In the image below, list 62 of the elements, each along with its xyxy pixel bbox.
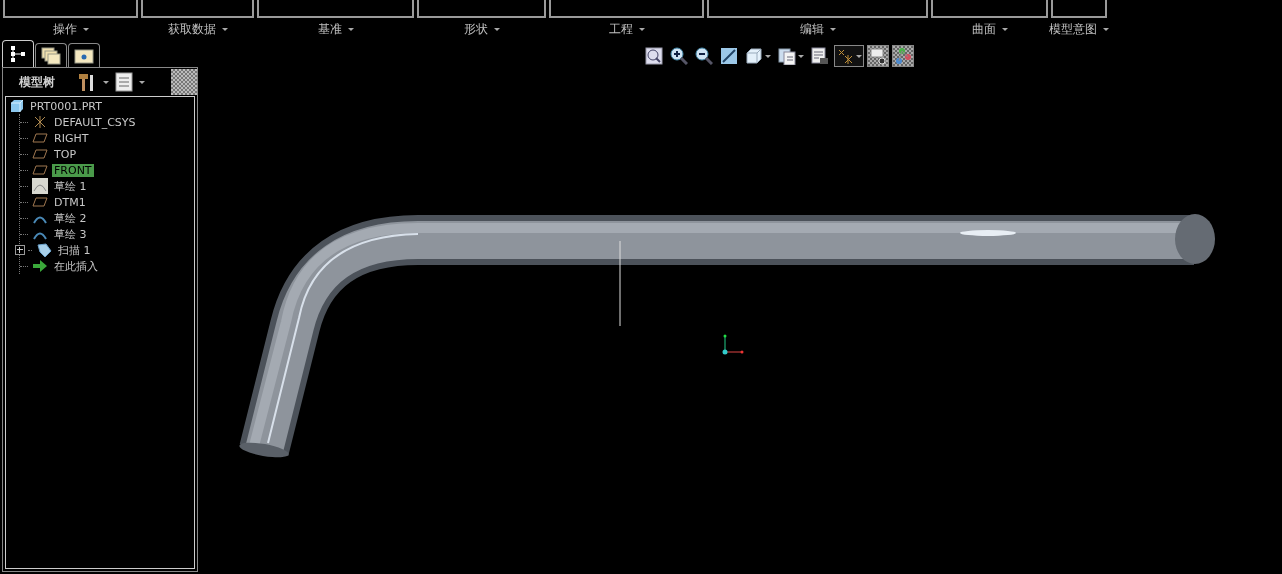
navigator-tab[interactable]	[35, 43, 67, 67]
view-tool-button[interactable]	[776, 45, 806, 67]
annotation-icon	[870, 48, 886, 65]
tree-item[interactable]: DTM1	[52, 195, 88, 209]
caret-icon[interactable]	[765, 54, 771, 58]
expand-icon[interactable]	[15, 245, 25, 255]
document-stack-icon	[778, 48, 796, 65]
tree-item[interactable]: TOP	[52, 147, 78, 161]
plane-icon	[32, 149, 48, 159]
ribbon-group-menu[interactable]: 编辑	[799, 21, 836, 38]
panel-title: 模型树	[19, 73, 55, 91]
plane-icon	[32, 197, 48, 207]
view-tool-button[interactable]	[809, 45, 831, 67]
zoom-out-icon	[695, 47, 713, 65]
sweep-icon	[36, 242, 52, 258]
tree-item[interactable]: RIGHT	[52, 131, 91, 145]
folder-icon	[74, 47, 94, 64]
view-tool-button[interactable]	[867, 45, 889, 67]
tree-structure-icon	[10, 45, 26, 63]
tree-item[interactable]: 草绘 3	[52, 226, 89, 242]
zoom-fit-icon	[645, 47, 663, 65]
view-tool-button[interactable]	[668, 45, 690, 67]
ribbon-group-menu[interactable]: 操作	[52, 21, 89, 38]
ribbon-group-menu[interactable]: 基准	[317, 21, 354, 38]
ribbon-group-menu[interactable]: 形状	[463, 21, 500, 38]
view-tool-button[interactable]	[643, 45, 665, 67]
tree-item[interactable]: 草绘 2	[52, 210, 89, 226]
tree-item[interactable]: FRONT	[52, 163, 94, 177]
tree-item[interactable]: PRT0001.PRT	[28, 99, 104, 113]
show-dropdown[interactable]	[115, 72, 145, 92]
view-tool-button[interactable]	[743, 45, 773, 67]
plane-icon	[32, 133, 48, 143]
ribbon-group-menu[interactable]: 工程	[608, 21, 645, 38]
ribbon-group-menu[interactable]: 获取数据	[167, 21, 228, 38]
tree-item[interactable]: 扫描 1	[56, 242, 93, 258]
folders-icon	[41, 46, 61, 65]
plane-icon	[32, 165, 48, 175]
zoom-in-icon	[670, 47, 688, 65]
navigator-tab[interactable]	[68, 43, 100, 67]
tree-item[interactable]: DEFAULT_CSYS	[52, 115, 138, 129]
part-cube-icon	[10, 99, 24, 113]
ribbon-group-frame	[1051, 0, 1107, 18]
sketch-icon	[32, 178, 48, 194]
spin-center-icon	[896, 48, 911, 64]
navigator-tab[interactable]	[2, 40, 34, 67]
repaint-icon	[721, 48, 737, 64]
datum-display-icon	[838, 49, 853, 65]
caret-icon[interactable]	[798, 54, 804, 58]
ribbon-group-menu[interactable]: 曲面	[971, 21, 1008, 38]
view-tool-button[interactable]	[718, 45, 740, 67]
view-tool-button[interactable]	[693, 45, 715, 67]
caret-icon[interactable]	[856, 54, 862, 58]
coordinate-triad-icon	[722, 334, 744, 355]
cube-icon	[746, 48, 762, 64]
tree-item[interactable]: 在此插入	[52, 258, 100, 274]
ribbon-group-menu[interactable]: 模型意图	[1049, 21, 1109, 38]
arrow-icon	[32, 260, 48, 272]
tools-dropdown[interactable]	[77, 72, 109, 92]
view-tool-button[interactable]	[834, 45, 864, 67]
tree-item[interactable]: 草绘 1	[52, 178, 89, 194]
view-manager-icon	[811, 47, 828, 64]
list-icon	[115, 72, 133, 92]
